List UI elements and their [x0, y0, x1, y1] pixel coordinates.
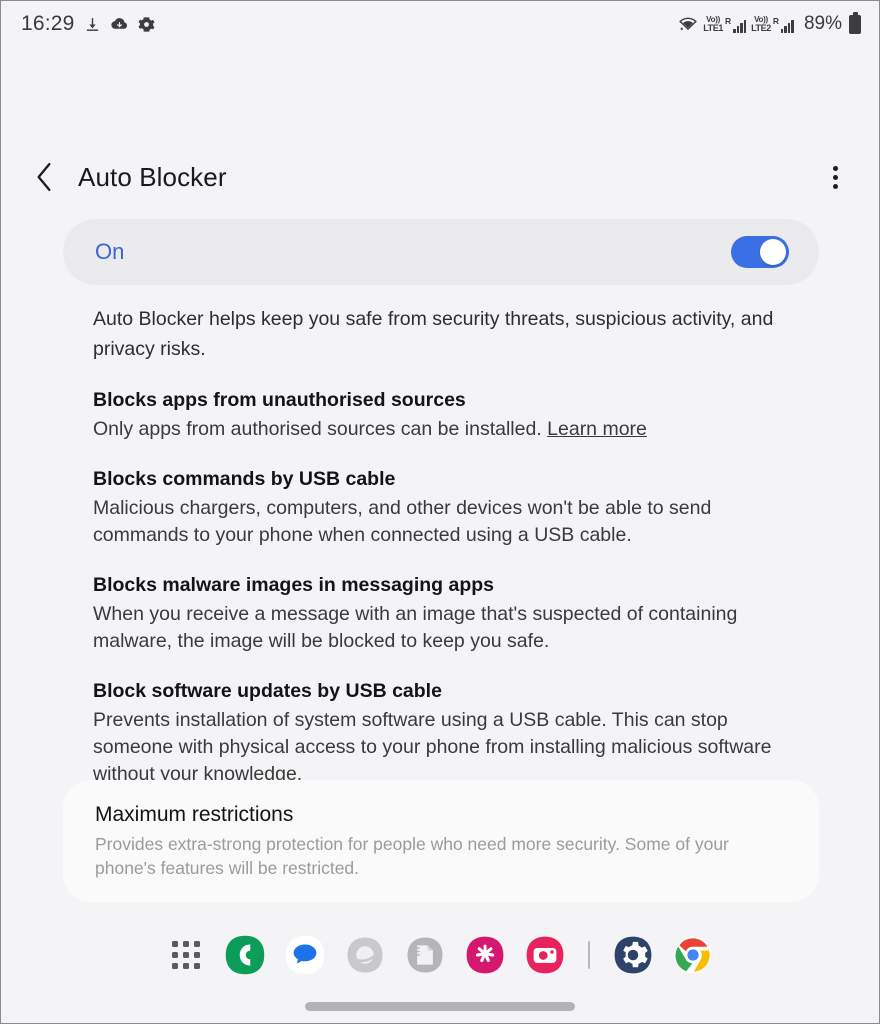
apps-grid-icon	[166, 935, 206, 975]
taskbar-item-chrome[interactable]	[672, 934, 714, 976]
sim2-signal-bars	[780, 19, 794, 33]
taskbar-item-internet[interactable]	[344, 934, 386, 976]
taskbar-item-gallery[interactable]	[464, 934, 506, 976]
switch-knob	[760, 239, 786, 265]
feature-section: Blocks malware images in messaging apps …	[93, 571, 793, 655]
auto-blocker-state-label: On	[95, 239, 125, 264]
maximum-restrictions-card[interactable]: Maximum restrictions Provides extra-stro…	[63, 780, 819, 902]
sim1-roaming-label: R	[724, 15, 732, 26]
feature-description: When you receive a message with an image…	[93, 603, 738, 652]
feature-section: Blocks apps from unauthorised sources On…	[93, 386, 793, 443]
sim2-roaming-label: R	[772, 15, 779, 26]
feature-section: Block software updates by USB cable Prev…	[93, 677, 793, 788]
status-bar-left: 16:29	[21, 12, 155, 36]
chrome-app-icon	[674, 936, 712, 974]
feature-description: Prevents installation of system software…	[93, 709, 772, 785]
feature-description: Only apps from authorised sources can be…	[93, 416, 793, 443]
camera-app-icon	[526, 936, 564, 974]
apps-button[interactable]	[166, 935, 206, 975]
messages-app-icon	[285, 935, 325, 975]
taskbar-item-messages[interactable]	[284, 934, 326, 976]
maximum-restrictions-description: Provides extra-strong protection for peo…	[95, 834, 729, 878]
phone-app-icon	[225, 935, 265, 975]
sim1-network-label: LTE1	[703, 22, 723, 33]
auto-blocker-toggle-card[interactable]: On	[63, 219, 819, 285]
feature-description: Malicious chargers, computers, and other…	[93, 497, 712, 546]
taskbar-divider	[588, 941, 590, 969]
status-bar-right: Vo)) LTE1 R Vo)) LTE2 R 89%	[678, 11, 861, 35]
page-title: Auto Blocker	[78, 161, 227, 192]
taskbar-item-settings[interactable]	[612, 934, 654, 976]
intro-paragraph: Auto Blocker helps keep you safe from se…	[93, 308, 774, 360]
wifi-icon	[678, 16, 698, 32]
learn-more-link[interactable]: Learn more	[547, 418, 647, 440]
content-area: Auto Blocker helps keep you safe from se…	[93, 304, 793, 788]
feature-section: Blocks commands by USB cable Malicious c…	[93, 465, 793, 549]
taskbar-item-camera[interactable]	[524, 934, 566, 976]
notes-app-icon	[407, 937, 443, 973]
feature-title: Block software updates by USB cable	[93, 680, 442, 702]
taskbar	[1, 925, 879, 985]
taskbar-item-notes[interactable]	[404, 934, 446, 976]
settings-app-icon	[614, 936, 652, 974]
internet-app-icon	[347, 937, 383, 973]
gallery-app-icon	[466, 936, 504, 974]
more-options-button[interactable]	[817, 159, 853, 195]
battery-icon	[849, 11, 861, 34]
auto-blocker-switch[interactable]	[731, 236, 789, 268]
maximum-restrictions-title: Maximum restrictions	[95, 803, 294, 826]
taskbar-item-phone[interactable]	[224, 934, 266, 976]
cloud-download-icon	[110, 16, 129, 33]
status-bar: 16:29 Vo)) LTE1 R Vo)) LTE2 R 89%	[1, 1, 879, 47]
app-bar: Auto Blocker	[1, 141, 879, 213]
more-options-icon-dot	[832, 174, 838, 180]
feature-description-text: Only apps from authorised sources can be…	[93, 418, 548, 440]
download-icon	[84, 16, 101, 33]
sim1-signal-indicator: Vo)) LTE1 R	[703, 15, 747, 33]
more-options-icon-dot	[832, 165, 838, 171]
status-bar-clock: 16:29	[21, 12, 75, 35]
feature-title: Blocks malware images in messaging apps	[93, 574, 494, 596]
back-button[interactable]	[27, 160, 61, 194]
feature-title: Blocks apps from unauthorised sources	[93, 389, 466, 411]
sim2-network-label: LTE2	[751, 22, 771, 33]
sim1-signal-bars	[733, 19, 747, 33]
back-chevron-icon	[37, 162, 51, 192]
feature-title: Blocks commands by USB cable	[93, 468, 396, 490]
phone-screen: 16:29 Vo)) LTE1 R Vo)) LTE2 R 89% Auto B…	[0, 0, 880, 1024]
gear-icon	[138, 16, 155, 33]
home-gesture-indicator[interactable]	[305, 1002, 575, 1011]
more-options-icon-dot	[832, 183, 838, 189]
battery-percent-label: 89%	[803, 13, 842, 34]
sim2-signal-indicator: Vo)) LTE2 R	[751, 15, 794, 33]
